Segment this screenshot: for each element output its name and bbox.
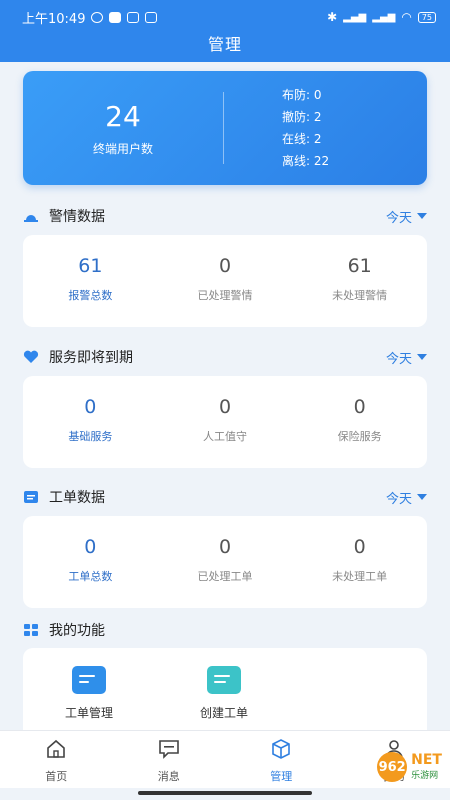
watermark-badge: 962 bbox=[377, 752, 408, 782]
service-insurance[interactable]: 0 保险服务 bbox=[292, 376, 427, 468]
app-notification-icon-2 bbox=[145, 11, 158, 23]
summary-stats: 布防: 0 撤防: 2 在线: 2 离线: 22 bbox=[282, 84, 329, 172]
total-users: 24 终端用户数 bbox=[23, 100, 223, 157]
signal-icon-2: ▂▄▆ bbox=[372, 11, 396, 23]
page-title: 管理 bbox=[207, 35, 242, 54]
total-users-label: 终端用户数 bbox=[92, 141, 153, 156]
stat-online: 在线: 2 bbox=[282, 132, 322, 146]
workorder-manage-button[interactable]: 工单管理 bbox=[49, 666, 129, 721]
chevron-down-icon bbox=[417, 494, 427, 500]
bluetooth-icon: ✱ bbox=[327, 10, 338, 24]
top-bar: 上午10:49 ✱ ▂▄▆ ▂▄▆ ◠ 75 管理 bbox=[0, 0, 450, 62]
app-notification-icon bbox=[109, 11, 122, 23]
summary-divider bbox=[223, 92, 224, 164]
alarm-section-title: 警情数据 bbox=[49, 209, 105, 225]
service-card: 0 基础服务 0 人工值守 0 保险服务 bbox=[23, 376, 427, 468]
service-section-header: 服务即将到期 今天 bbox=[23, 345, 427, 369]
workorder-total[interactable]: 0 工单总数 bbox=[23, 516, 158, 608]
camera-notification-icon bbox=[127, 11, 140, 23]
service-range-dropdown[interactable]: 今天 bbox=[386, 348, 427, 367]
functions-card: 工单管理 创建工单 bbox=[23, 648, 427, 730]
service-section-title: 服务即将到期 bbox=[49, 350, 133, 366]
alarm-range-dropdown[interactable]: 今天 bbox=[386, 207, 427, 226]
service-manual[interactable]: 0 人工值守 bbox=[158, 376, 293, 468]
wifi-icon: ◠ bbox=[401, 10, 412, 24]
tab-manage[interactable]: 管理 bbox=[225, 731, 338, 788]
alarm-total[interactable]: 61 报警总数 bbox=[23, 235, 158, 327]
main-content: 24 终端用户数 布防: 0 撤防: 2 在线: 2 离线: 22 警情数据 今… bbox=[0, 62, 450, 730]
document-icon bbox=[24, 491, 38, 503]
battery-icon: 75 bbox=[417, 11, 436, 23]
workorder-card: 0 工单总数 0 已处理工单 0 未处理工单 bbox=[23, 516, 427, 608]
workorder-range-dropdown[interactable]: 今天 bbox=[386, 488, 427, 507]
watermark: 962 NET 乐游网 bbox=[377, 752, 442, 782]
stat-offline: 离线: 22 bbox=[282, 154, 330, 168]
watermark-text: NET bbox=[411, 752, 442, 768]
workorder-section-header: 工单数据 今天 bbox=[23, 485, 427, 509]
workorder-section-title: 工单数据 bbox=[49, 490, 105, 506]
alarm-clock-icon bbox=[91, 11, 104, 23]
chevron-down-icon bbox=[417, 354, 427, 360]
alarm-unhandled[interactable]: 61 未处理警情 bbox=[292, 235, 427, 327]
workorder-manage-icon bbox=[72, 666, 106, 694]
alarm-card: 61 报警总数 0 已处理警情 61 未处理警情 bbox=[23, 235, 427, 327]
status-time: 上午10:49 bbox=[22, 11, 86, 27]
create-workorder-icon bbox=[207, 666, 241, 694]
total-users-value: 24 bbox=[105, 99, 141, 133]
stat-armed: 布防: 0 bbox=[282, 88, 322, 102]
message-icon bbox=[158, 740, 179, 759]
tab-messages[interactable]: 消息 bbox=[113, 731, 226, 788]
service-basic[interactable]: 0 基础服务 bbox=[23, 376, 158, 468]
workorder-handled[interactable]: 0 已处理工单 bbox=[158, 516, 293, 608]
functions-section-title: 我的功能 bbox=[49, 623, 105, 639]
alarm-section-header: 警情数据 今天 bbox=[23, 204, 427, 228]
signal-icon: ▂▄▆ bbox=[343, 11, 367, 23]
alarm-handled[interactable]: 0 已处理警情 bbox=[158, 235, 293, 327]
functions-section-header: 我的功能 bbox=[23, 618, 427, 642]
home-icon bbox=[47, 739, 66, 758]
stat-disarmed: 撤防: 2 bbox=[282, 110, 322, 124]
alarm-light-icon bbox=[24, 215, 38, 222]
grid-icon bbox=[24, 624, 38, 636]
home-indicator[interactable] bbox=[138, 791, 312, 795]
box-icon bbox=[272, 739, 291, 759]
status-bar: 上午10:49 ✱ ▂▄▆ ▂▄▆ ◠ 75 bbox=[0, 0, 450, 34]
chevron-down-icon bbox=[417, 213, 427, 219]
create-workorder-button[interactable]: 创建工单 bbox=[184, 666, 264, 721]
workorder-unhandled[interactable]: 0 未处理工单 bbox=[292, 516, 427, 608]
watermark-sub: 乐游网 bbox=[411, 771, 439, 781]
summary-card[interactable]: 24 终端用户数 布防: 0 撤防: 2 在线: 2 离线: 22 bbox=[23, 71, 427, 185]
heart-icon bbox=[23, 350, 39, 363]
tab-home[interactable]: 首页 bbox=[0, 731, 113, 788]
